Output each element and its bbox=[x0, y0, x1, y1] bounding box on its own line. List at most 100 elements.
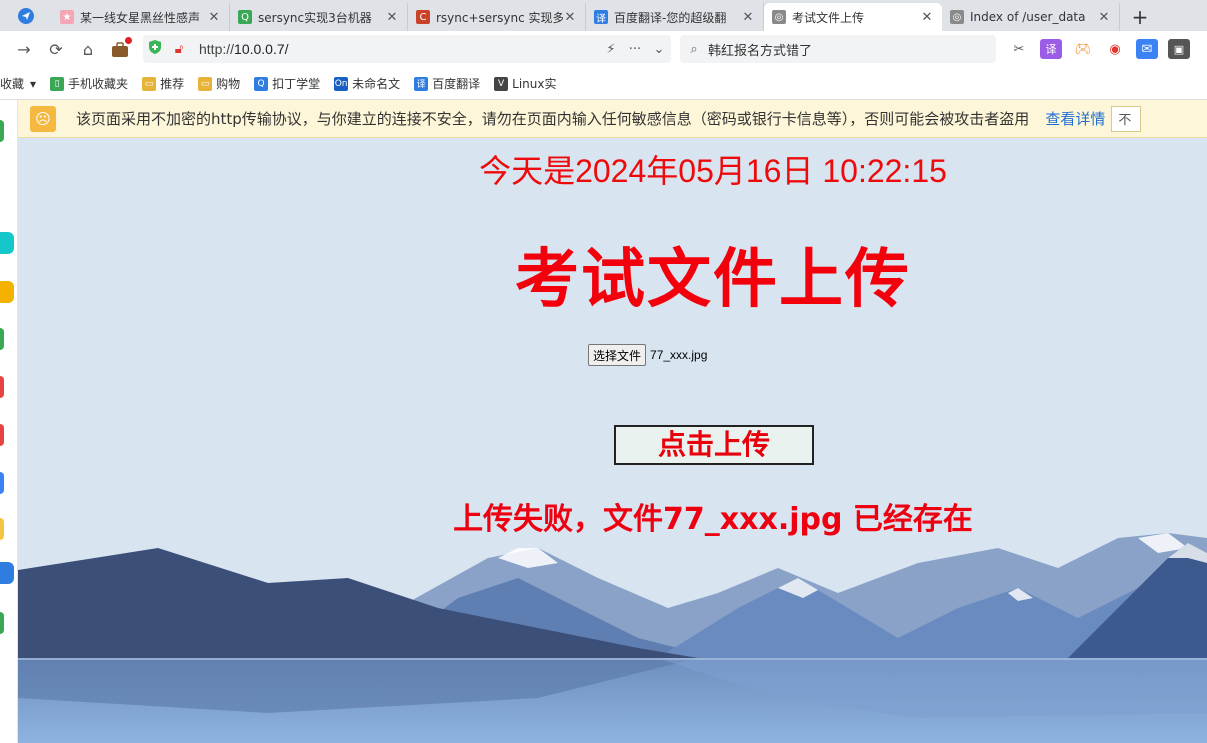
tab-5[interactable]: ◎ 考试文件上传 ✕ bbox=[764, 3, 942, 31]
notification-dot bbox=[125, 36, 132, 44]
sidebar-item[interactable] bbox=[0, 612, 4, 634]
bookmark-item[interactable]: V Linux实 bbox=[494, 75, 556, 92]
bookmark-item[interactable]: On 未命名文 bbox=[334, 75, 400, 92]
sidebar-item[interactable] bbox=[0, 232, 14, 254]
shield-icon bbox=[143, 39, 167, 59]
more-icon[interactable]: ··· bbox=[623, 42, 647, 57]
close-tab-icon[interactable]: ✕ bbox=[741, 10, 755, 25]
tab-3[interactable]: Crsync+sersync 实现多 ✕ bbox=[408, 3, 586, 31]
weibo-icon[interactable]: ◉ bbox=[1104, 39, 1126, 59]
tab-title: sersync实现3台机器 bbox=[258, 10, 372, 25]
bookmark-icon: On bbox=[334, 76, 349, 91]
close-tab-icon[interactable]: ✕ bbox=[1097, 10, 1111, 25]
navigation-bar: → ⟳ ⌂ 🔓︎ http://10.0.0.7/ ⚡︎ ··· ⌄ ⌕ 韩红报… bbox=[0, 31, 1207, 68]
bookmark-icon: Q bbox=[254, 76, 269, 91]
left-sidebar bbox=[0, 100, 18, 743]
forward-button[interactable]: → bbox=[8, 34, 40, 66]
security-warning-bar: ☹ 该页面采用不加密的http传输协议，与你建立的连接不安全，请勿在页面内输入任… bbox=[18, 100, 1207, 138]
bookmark-item[interactable]: 收藏 ▾ bbox=[0, 75, 36, 92]
tab-6[interactable]: ◎ Index of /user_data ✕ bbox=[942, 3, 1120, 31]
tab-title: Index of /user_data bbox=[970, 10, 1086, 24]
tab-title: 某一线女星黑丝性感声 bbox=[80, 10, 201, 25]
tab-favicon-icon: ◎ bbox=[772, 10, 786, 24]
choose-file-button[interactable]: 选择文件 bbox=[588, 344, 647, 366]
toolbar-icons: ✂ 译 🎮︎ ◉ ✉ ▣ bbox=[1008, 39, 1190, 59]
selected-file-name: 77_xxx.jpg bbox=[650, 348, 708, 362]
close-tab-icon[interactable]: ✕ bbox=[207, 10, 221, 25]
close-tab-icon[interactable]: ✕ bbox=[920, 10, 934, 25]
search-text[interactable]: 韩红报名方式错了 bbox=[708, 40, 812, 59]
file-input[interactable]: 选择文件 77_xxx.jpg bbox=[588, 344, 707, 366]
bookmark-icon: ▭ bbox=[198, 76, 213, 91]
bookmark-icon: ▭ bbox=[142, 76, 157, 91]
tab-title: 百度翻译-您的超级翻 bbox=[614, 10, 727, 25]
page-title: 考试文件上传 bbox=[515, 243, 911, 317]
sidebar-item[interactable] bbox=[0, 518, 4, 540]
sidebar-item[interactable] bbox=[0, 120, 4, 142]
bookmark-item[interactable]: ▯ 手机收藏夹 bbox=[50, 75, 128, 92]
scissors-icon[interactable]: ✂ bbox=[1008, 39, 1030, 59]
warning-face-icon: ☹ bbox=[30, 105, 56, 132]
bookmarks-bar: 收藏 ▾ ▯ 手机收藏夹 ▭ 推荐 ▭ 购物 Q 扣丁学堂 On 未命名文译百度翻译 V Linux实 bbox=[0, 68, 1207, 100]
briefcase-button[interactable] bbox=[104, 34, 136, 66]
tab-title: rsync+sersync 实现多 bbox=[436, 10, 563, 25]
sidebar-item[interactable] bbox=[0, 281, 14, 303]
sidebar-item[interactable] bbox=[0, 472, 4, 494]
mail-icon[interactable]: ✉ bbox=[1136, 39, 1158, 59]
bookmark-item[interactable]: ▭ 购物 bbox=[198, 75, 240, 92]
upload-button[interactable]: 点击上传 bbox=[614, 425, 814, 465]
url-text[interactable]: http://10.0.0.7/ bbox=[199, 41, 599, 57]
bookmark-icon: V bbox=[494, 76, 509, 91]
bookmark-label: Linux实 bbox=[512, 77, 557, 91]
upload-result-message: 上传失败，文件77_xxx.jpg 已经存在 bbox=[453, 502, 973, 537]
tab-title: 考试文件上传 bbox=[792, 10, 865, 25]
close-tab-icon[interactable]: ✕ bbox=[563, 10, 577, 25]
search-box[interactable]: ⌕ 韩红报名方式错了 bbox=[680, 35, 996, 63]
search-icon: ⌕ bbox=[690, 41, 698, 57]
bookmark-label: 推荐 bbox=[160, 77, 185, 91]
tab-favicon-icon: 译 bbox=[594, 10, 608, 25]
page-content: 今天是2024年05月16日 10:22:15 考试文件上传 选择文件 77_x… bbox=[18, 138, 1207, 743]
warning-text: 该页面采用不加密的http传输协议，与你建立的连接不安全，请勿在页面内输入任何敏… bbox=[76, 110, 1030, 128]
sidebar-item[interactable] bbox=[0, 376, 4, 398]
chevron-down-icon[interactable]: ▾ bbox=[30, 77, 36, 91]
pinned-tab[interactable] bbox=[0, 0, 52, 31]
tab-favicon-icon: C bbox=[416, 10, 430, 24]
bookmark-label: 百度翻译 bbox=[432, 77, 481, 91]
translate-icon[interactable]: 译 bbox=[1040, 39, 1062, 59]
bookmark-item[interactable]: 译百度翻译 bbox=[414, 75, 480, 92]
tab-favicon-icon: Q bbox=[238, 10, 252, 24]
sidebar-item[interactable] bbox=[0, 424, 4, 446]
address-bar[interactable]: 🔓︎ http://10.0.0.7/ ⚡︎ ··· ⌄ bbox=[143, 35, 671, 63]
tab-4[interactable]: 译百度翻译-您的超级翻 ✕ bbox=[586, 3, 764, 31]
bookmark-label: 购物 bbox=[216, 77, 241, 91]
tab-bar: ★ 某一线女星黑丝性感声 ✕ Qsersync实现3台机器 ✕ Crsync+sersyn… bbox=[0, 0, 1207, 31]
tab-favicon-icon: ◎ bbox=[950, 10, 964, 24]
view-details-link[interactable]: 查看详情 bbox=[1045, 108, 1105, 129]
insecure-lock-icon[interactable]: 🔓︎ bbox=[167, 42, 191, 57]
tab-1[interactable]: ★ 某一线女星黑丝性感声 ✕ bbox=[52, 3, 230, 31]
bookmark-icon: ▯ bbox=[50, 76, 65, 91]
game-icon[interactable]: 🎮︎ bbox=[1072, 39, 1094, 59]
bookmark-icon: 译 bbox=[414, 76, 429, 91]
new-tab-button[interactable]: + bbox=[1120, 3, 1160, 31]
reader-icon[interactable]: ▣ bbox=[1168, 39, 1190, 59]
bookmark-item[interactable]: ▭ 推荐 bbox=[142, 75, 184, 92]
bookmark-item[interactable]: Q 扣丁学堂 bbox=[254, 75, 320, 92]
reload-button[interactable]: ⟳ bbox=[40, 34, 72, 66]
home-button[interactable]: ⌂ bbox=[72, 34, 104, 66]
sidebar-item[interactable] bbox=[0, 328, 4, 350]
dismiss-button[interactable]: 不 bbox=[1111, 105, 1142, 132]
tab-favicon-icon: ★ bbox=[60, 10, 74, 24]
chevron-down-icon[interactable]: ⌄ bbox=[647, 42, 671, 57]
bookmark-label: 手机收藏夹 bbox=[68, 77, 129, 91]
bookmark-label: 未命名文 bbox=[352, 77, 401, 91]
current-datetime: 今天是2024年05月16日 10:22:15 bbox=[479, 153, 947, 189]
navigation-icon bbox=[18, 7, 34, 24]
lightning-icon[interactable]: ⚡︎ bbox=[599, 42, 623, 57]
bookmark-label: 扣丁学堂 bbox=[272, 77, 321, 91]
bookmark-label: 收藏 bbox=[0, 77, 25, 91]
sidebar-item[interactable] bbox=[0, 562, 14, 584]
tab-2[interactable]: Qsersync实现3台机器 ✕ bbox=[230, 3, 408, 31]
close-tab-icon[interactable]: ✕ bbox=[385, 10, 399, 25]
